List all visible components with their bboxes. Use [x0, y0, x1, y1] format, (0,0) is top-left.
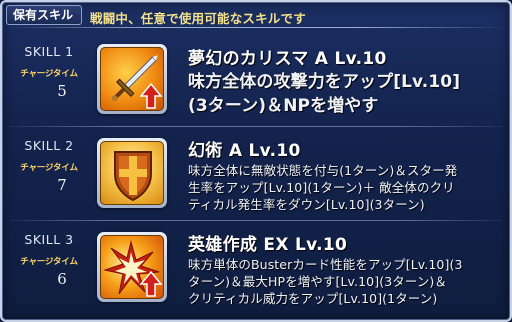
panel-subtitle: 戦闘中、任意で使用可能なスキルです	[90, 11, 306, 26]
shield-cross-icon	[100, 141, 164, 205]
skill-desc-line: 味方全体の攻撃力をアップ[Lv.10]	[188, 72, 461, 92]
skill-slot-label: SKILL 1	[24, 44, 74, 59]
skill-icon-frame[interactable]	[97, 232, 167, 302]
buster-burst-up-icon	[100, 235, 164, 299]
skill-panel: 保有スキル 戦闘中、任意で使用可能なスキルです SKILL 1 チャージタイム …	[0, 0, 512, 322]
charge-time-value: 7	[57, 176, 67, 194]
skill-icon-frame[interactable]	[97, 138, 167, 208]
skill-desc-line: ティカル発生率をダウン[Lv.10](3ターン)	[188, 197, 425, 212]
charge-time-value: 5	[57, 82, 67, 100]
skill-row-1[interactable]: SKILL 1 チャージタイム 5 夢幻のカリスマ A Lv.10 味方全体の攻…	[2, 42, 510, 134]
charge-time-label: チャージタイム	[20, 257, 78, 267]
skill-title: 夢幻のカリスマ A Lv.10	[188, 49, 387, 69]
tab-owned-skills[interactable]: 保有スキル	[6, 5, 82, 25]
skill-title: 英雄作成 EX Lv.10	[188, 235, 348, 255]
row-divider	[10, 220, 502, 221]
skill-row-2[interactable]: SKILL 2 チャージタイム 7 幻術 A Lv.10 味方全体に無敵状態を付…	[2, 136, 510, 228]
skill-desc-line: クリティカル威力をアップ[Lv.10](1ターン)	[188, 291, 438, 306]
skill-icon-frame[interactable]	[97, 44, 167, 114]
skill-meta: SKILL 1 チャージタイム 5	[6, 44, 92, 100]
skill-meta: SKILL 3 チャージタイム 6	[6, 232, 92, 288]
skill-desc-line: (3ターン)＆NPを増やす	[188, 96, 379, 116]
skill-slot-label: SKILL 3	[24, 232, 74, 247]
header-divider	[6, 27, 506, 28]
skill-meta: SKILL 2 チャージタイム 7	[6, 138, 92, 194]
charge-time-label: チャージタイム	[20, 69, 78, 79]
charge-time-label: チャージタイム	[20, 163, 78, 173]
skill-title: 幻術 A Lv.10	[188, 141, 301, 161]
skill-row-3[interactable]: SKILL 3 チャージタイム 6 英雄作成 EX Lv.10 味方単体のBus…	[2, 230, 510, 320]
skill-slot-label: SKILL 2	[24, 138, 74, 153]
charge-time-value: 6	[57, 270, 67, 288]
sword-attack-up-icon	[100, 47, 164, 111]
row-divider	[10, 126, 502, 127]
